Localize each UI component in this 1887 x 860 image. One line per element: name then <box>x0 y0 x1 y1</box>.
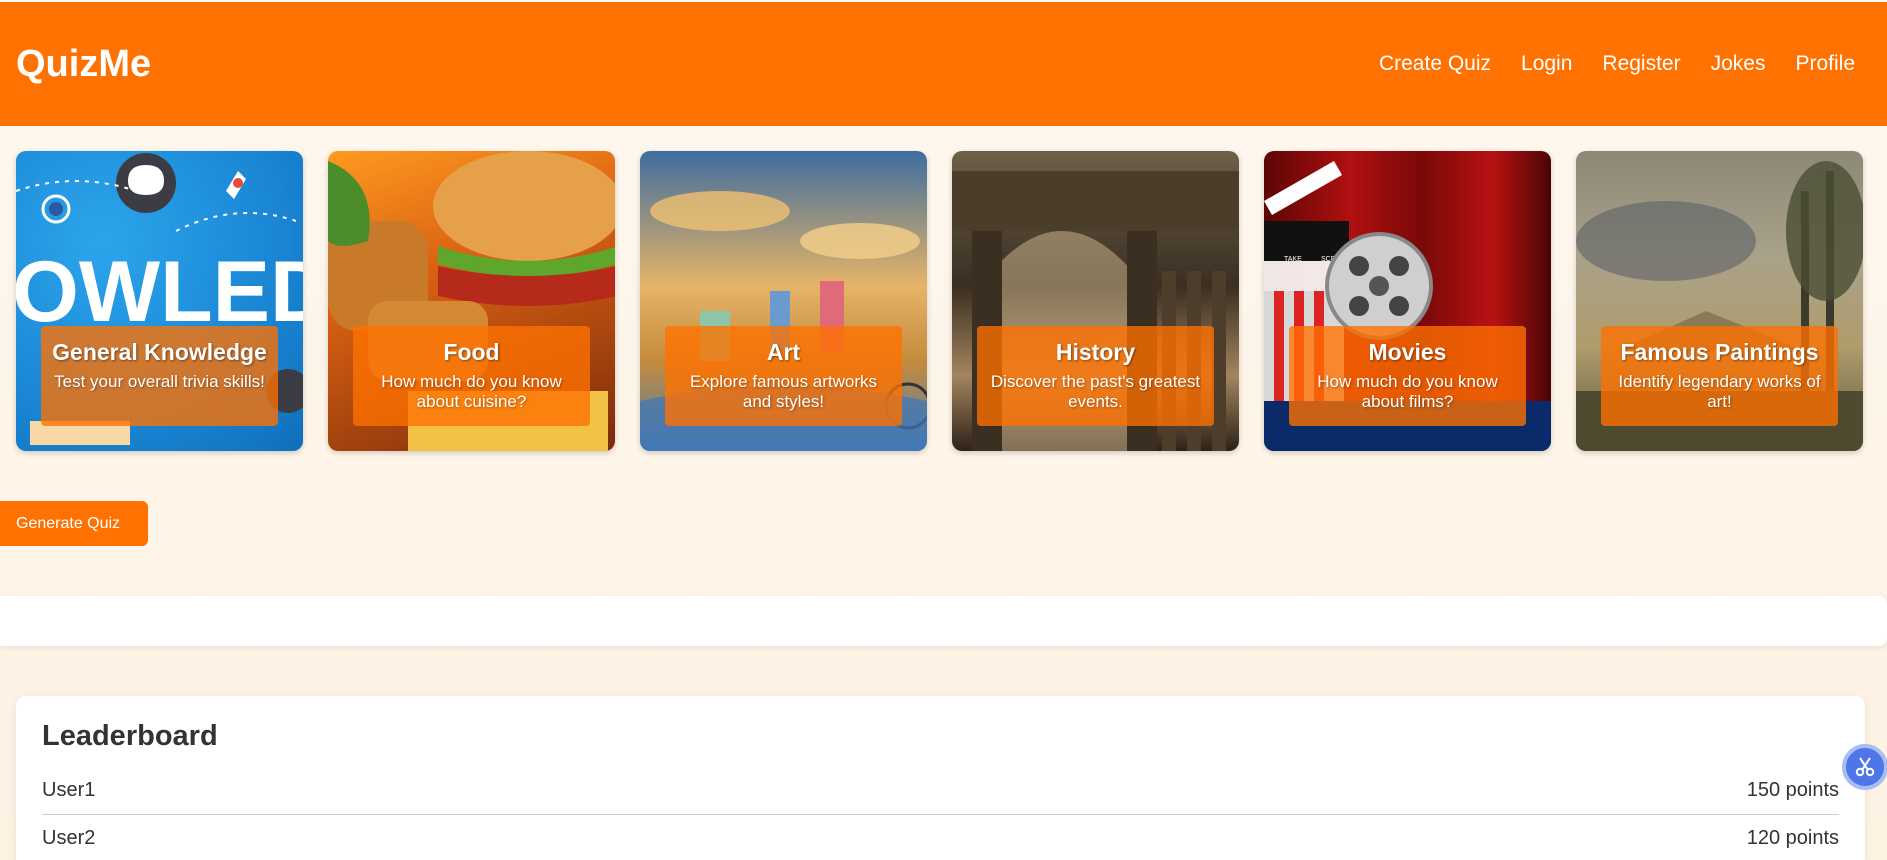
nav-login[interactable]: Login <box>1521 52 1572 76</box>
category-card-food[interactable]: Food How much do you know about cuisine? <box>328 151 615 451</box>
nav-jokes[interactable]: Jokes <box>1711 52 1766 76</box>
card-description: Explore famous artworks and styles! <box>689 372 878 411</box>
main-nav: Create Quiz Login Register Jokes Profile <box>1349 52 1855 76</box>
quiz-output-panel <box>0 596 1887 646</box>
card-description: How much do you know about films? <box>1317 372 1498 411</box>
card-description: Discover the past's greatest events. <box>990 372 1201 411</box>
leaderboard-panel: Leaderboard User1 150 points User2 120 p… <box>16 696 1865 860</box>
top-navbar: QuizMe Create Quiz Login Register Jokes … <box>0 2 1887 126</box>
leaderboard-score: 150 points <box>1746 779 1839 801</box>
category-card-movies[interactable]: TAKE SCE Movies How much do you know abo… <box>1264 151 1551 451</box>
card-caption: General Knowledge Test your overall triv… <box>41 326 278 426</box>
category-cards: OWLED General Knowledge Test your overal… <box>16 151 1863 451</box>
card-title: Movies <box>1368 339 1447 365</box>
card-description: How much do you know about cuisine? <box>381 372 562 411</box>
app-logo[interactable]: QuizMe <box>16 43 151 86</box>
nav-profile[interactable]: Profile <box>1795 52 1855 76</box>
card-description: Identify legendary works of art! <box>1618 372 1821 411</box>
generate-quiz-button[interactable]: Generate Quiz <box>0 501 148 546</box>
category-card-art[interactable]: Art Explore famous artworks and styles! <box>640 151 927 451</box>
category-card-famous-paintings[interactable]: Famous Paintings Identify legendary work… <box>1576 151 1863 451</box>
card-title: General Knowledge <box>52 339 267 365</box>
card-caption: Famous Paintings Identify legendary work… <box>1601 326 1838 426</box>
leaderboard-score: 120 points <box>1746 827 1839 849</box>
category-card-history[interactable]: History Discover the past's greatest eve… <box>952 151 1239 451</box>
card-caption: Food How much do you know about cuisine? <box>353 326 590 426</box>
leaderboard-row: User2 120 points <box>42 815 1839 860</box>
category-card-general-knowledge[interactable]: OWLED General Knowledge Test your overal… <box>16 151 303 451</box>
card-title: Famous Paintings <box>1620 339 1819 365</box>
leaderboard-user: User2 <box>42 827 96 849</box>
nav-register[interactable]: Register <box>1602 52 1680 76</box>
floating-action-button[interactable] <box>1842 744 1887 790</box>
card-description: Test your overall trivia skills! <box>54 372 265 391</box>
card-caption: History Discover the past's greatest eve… <box>977 326 1214 426</box>
card-title: Food <box>443 339 500 365</box>
card-caption: Art Explore famous artworks and styles! <box>665 326 902 426</box>
scissors-icon <box>1855 757 1875 777</box>
leaderboard-title: Leaderboard <box>42 720 218 752</box>
leaderboard-row: User1 150 points <box>42 767 1839 815</box>
card-title: History <box>1055 339 1136 365</box>
card-caption: Movies How much do you know about films? <box>1289 326 1526 426</box>
card-title: Art <box>766 339 801 365</box>
leaderboard-user: User1 <box>42 779 96 801</box>
nav-create-quiz[interactable]: Create Quiz <box>1379 52 1491 76</box>
